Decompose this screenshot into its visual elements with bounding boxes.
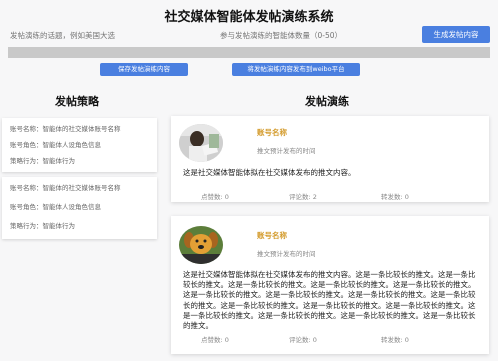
comments-count: 评论数: 0 xyxy=(289,336,317,344)
post-account-name: 账号名称 xyxy=(257,231,287,240)
post-content: 这是社交媒体智能体拟在社交媒体发布的推文内容。 xyxy=(183,168,356,177)
likes-count: 点赞数: 0 xyxy=(201,336,229,344)
agent-count-input[interactable] xyxy=(218,27,417,43)
strategy-section-title: 发帖策略 xyxy=(55,95,99,108)
likes-count: 点赞数: 0 xyxy=(201,193,229,201)
topic-input[interactable] xyxy=(8,27,212,43)
practice-section-title: 发帖演练 xyxy=(305,95,349,108)
strategy-card: 账号名称：智能体的社交媒体账号名称 账号角色：智能体人设角色信息 策略行为：智能… xyxy=(2,118,157,172)
post-account-name: 账号名称 xyxy=(257,128,287,137)
publish-weibo-button[interactable]: 将发帖演练内容发布到weibo平台 xyxy=(232,63,360,76)
post-card: 账号名称 推文预计发布的时间 这是社交媒体智能体拟在社交媒体发布的推文内容。这是… xyxy=(171,216,489,354)
save-button[interactable]: 保存发帖演练内容 xyxy=(100,63,188,76)
strategy-card: 账号名称：智能体的社交媒体账号名称 账号角色：智能体人设角色信息 策略行为：智能… xyxy=(2,177,157,239)
strategy-behavior: 策略行为：智能体行为 xyxy=(10,157,75,165)
strategy-behavior: 策略行为：智能体行为 xyxy=(10,222,75,230)
strategy-account-role: 账号角色：智能体人设角色信息 xyxy=(10,203,101,211)
person-reading-photo-icon xyxy=(179,124,223,162)
page-title: 社交媒体智能体发帖演练系统 xyxy=(164,10,334,25)
avatar xyxy=(179,226,223,264)
comments-count: 评论数: 2 xyxy=(289,193,317,201)
post-card: 账号名称 推文预计发布的时间 这是社交媒体智能体拟在社交媒体发布的推文内容。 点… xyxy=(171,116,489,202)
reposts-count: 转发数: 0 xyxy=(381,193,409,201)
reposts-count: 转发数: 0 xyxy=(381,336,409,344)
strategy-account-name: 账号名称：智能体的社交媒体账号名称 xyxy=(10,184,121,192)
post-content: 这是社交媒体智能体拟在社交媒体发布的推文内容。这是一条比较长的推文。这是一条比较… xyxy=(183,270,476,331)
strategy-account-name: 账号名称：智能体的社交媒体账号名称 xyxy=(10,125,121,133)
post-time: 推文预计发布的时间 xyxy=(257,147,316,155)
progress-bar xyxy=(8,47,490,58)
generate-button[interactable]: 生成发帖内容 xyxy=(422,26,490,43)
post-time: 推文预计发布的时间 xyxy=(257,250,316,258)
cartoon-dog-photo-icon xyxy=(179,226,223,264)
strategy-account-role: 账号角色：智能体人设角色信息 xyxy=(10,141,101,149)
avatar xyxy=(179,124,223,162)
